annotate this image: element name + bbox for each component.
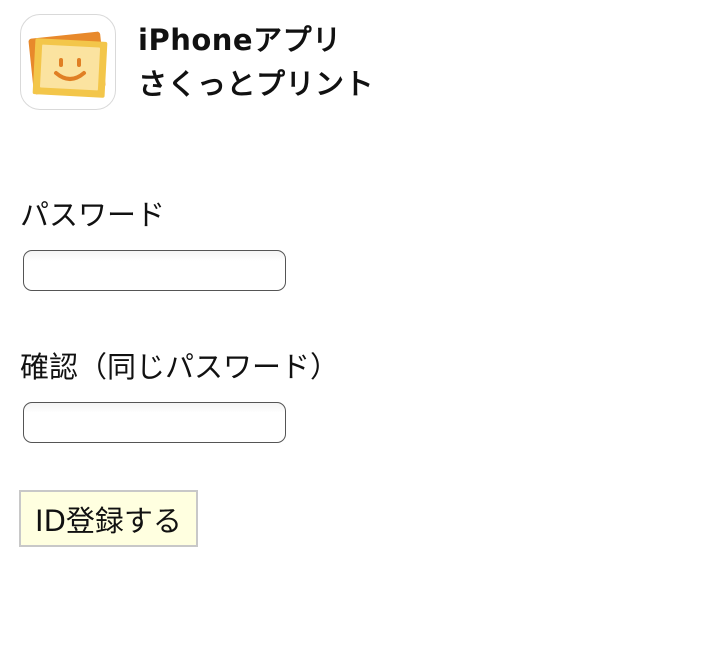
app-title-line2: さくっとプリント (138, 67, 375, 101)
password-input[interactable] (23, 250, 286, 291)
smiley-photo-icon (20, 14, 116, 110)
app-title: iPhoneアプリ さくっとプリント (138, 18, 374, 106)
app-title-line1: iPhoneアプリ (138, 23, 342, 57)
confirm-password-label: 確認（同じパスワード） (20, 350, 340, 384)
register-id-button[interactable]: ID登録する (19, 490, 198, 547)
app-header: iPhoneアプリ さくっとプリント (20, 14, 374, 110)
confirm-password-input[interactable] (23, 402, 286, 443)
password-label: パスワード (20, 198, 166, 232)
